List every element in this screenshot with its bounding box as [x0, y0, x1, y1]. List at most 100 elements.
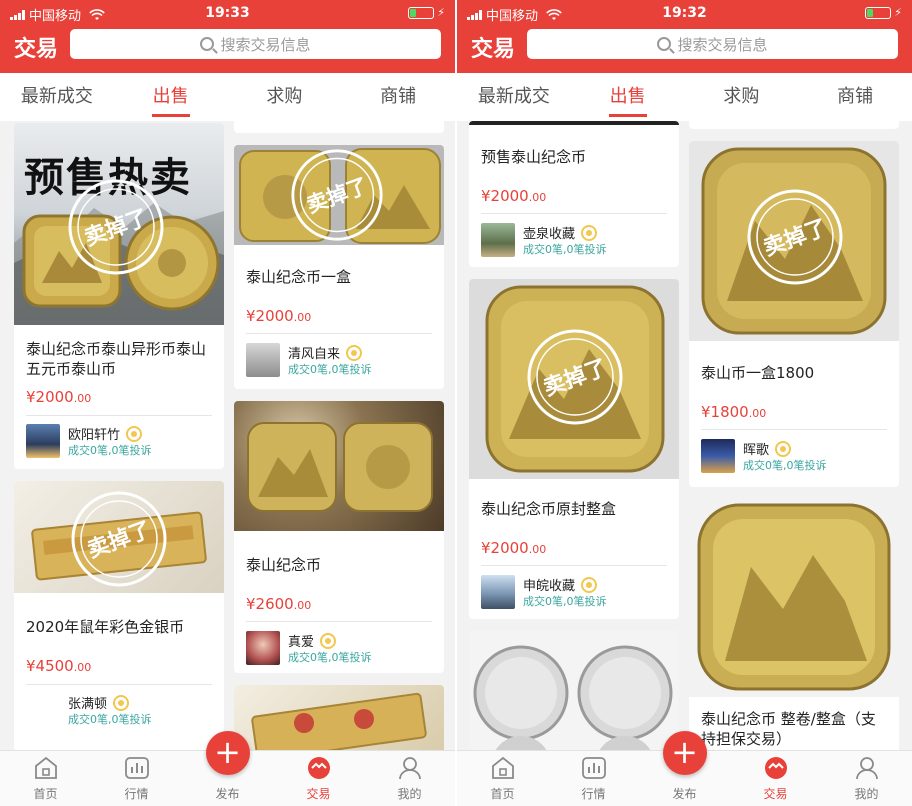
- listing-card[interactable]: 卖掉了 泰山纪念币一盒 ¥2000.00 清风自来 成交0笔,0笔投诉: [234, 145, 444, 389]
- seller-info[interactable]: 真爱 成交0笔,0笔投诉: [246, 629, 436, 667]
- seller-name: 欧阳轩竹: [68, 428, 121, 443]
- nav-mine[interactable]: 我的: [364, 751, 455, 806]
- listing-price: ¥2000.00: [246, 307, 312, 325]
- listing-card[interactable]: [234, 121, 444, 133]
- nav-label: 首页: [33, 787, 58, 801]
- search-input[interactable]: 搜索交易信息: [70, 29, 441, 59]
- listing-image: 卖掉了: [14, 481, 224, 593]
- home-icon: [491, 756, 514, 779]
- nav-label: 首页: [490, 787, 515, 801]
- nav-mine[interactable]: 我的: [821, 751, 912, 806]
- nav-market[interactable]: 行情: [548, 751, 639, 806]
- listing-feed[interactable]: 预售泰山纪念币 ¥2000.00 壶泉收藏 成交0笔,0笔投诉 卖掉了 泰山纪念…: [457, 121, 912, 750]
- listing-title: 预售泰山纪念币: [481, 148, 587, 166]
- nav-label: 我的: [854, 787, 879, 801]
- nav-label: 交易: [306, 787, 331, 801]
- nav-trade[interactable]: 交易: [273, 751, 364, 806]
- nav-label: 我的: [397, 787, 422, 801]
- nav-home[interactable]: 首页: [0, 751, 91, 806]
- header: 交易 搜索交易信息: [0, 27, 455, 67]
- trade-icon: [764, 757, 787, 779]
- seller-name: 张满顿: [68, 697, 108, 712]
- battery-icon: ⚡: [865, 6, 902, 19]
- tab-for-sale[interactable]: 出售: [114, 73, 228, 121]
- search-input[interactable]: 搜索交易信息: [527, 29, 898, 59]
- listing-card[interactable]: 泰山纪念币 ¥2600.00 真爱 成交0笔,0笔投诉: [234, 401, 444, 673]
- listing-price: ¥2000.00: [481, 539, 547, 557]
- tab-bar: 最新成交 出售 求购 商铺: [0, 73, 455, 121]
- tab-wanted[interactable]: 求购: [685, 73, 799, 121]
- listing-card[interactable]: 卖掉了 2020年鼠年彩色金银币 ¥4500.00 张满顿 成交0笔,0笔投诉: [14, 481, 224, 750]
- divider: [26, 684, 212, 685]
- seller-name: 壶泉收藏: [523, 227, 576, 242]
- listing-feed[interactable]: 预售热卖 卖掉了 泰山纪念币泰山异形币泰山五元币泰山币 ¥2000.00 欧阳轩…: [0, 121, 455, 750]
- tab-wanted[interactable]: 求购: [228, 73, 342, 121]
- listing-card[interactable]: 预售泰山纪念币 ¥2000.00 壶泉收藏 成交0笔,0笔投诉: [469, 121, 679, 267]
- nav-label: 行情: [124, 787, 149, 801]
- seller-avatar: [246, 631, 280, 665]
- tab-latest-deals[interactable]: 最新成交: [457, 73, 571, 121]
- trade-icon: [307, 757, 330, 779]
- vip-badge-icon: [581, 576, 598, 593]
- listing-title: 泰山纪念币泰山异形币泰山五元币泰山币: [26, 340, 207, 378]
- seller-info[interactable]: 申皖收藏 成交0笔,0笔投诉: [481, 573, 671, 611]
- vip-badge-icon: [775, 440, 792, 457]
- listing-image: [234, 401, 444, 531]
- status-bar: 中国移动 19:32 ⚡: [457, 0, 912, 26]
- listing-image: [469, 631, 679, 750]
- nav-home[interactable]: 首页: [457, 751, 548, 806]
- nav-publish[interactable]: + 发布: [182, 731, 273, 806]
- tab-shops[interactable]: 商铺: [798, 73, 912, 121]
- plus-icon[interactable]: +: [662, 731, 707, 775]
- vip-badge-icon: [581, 224, 598, 241]
- nav-market[interactable]: 行情: [91, 751, 182, 806]
- seller-name: 晖歌: [743, 443, 770, 458]
- nav-publish[interactable]: + 发布: [639, 731, 730, 806]
- seller-info[interactable]: 晖歌 成交0笔,0笔投诉: [701, 437, 891, 475]
- listing-card[interactable]: [234, 685, 444, 750]
- chart-icon: [124, 757, 149, 779]
- seller-name: 清风自来: [288, 347, 341, 362]
- seller-info[interactable]: 壶泉收藏 成交0笔,0笔投诉: [481, 221, 671, 259]
- divider: [26, 415, 212, 416]
- vip-badge-icon: [113, 694, 130, 711]
- divider: [481, 213, 667, 214]
- home-icon: [34, 756, 57, 779]
- listing-card[interactable]: 泰山纪念币 整卷/整盒（支持担保交易）: [689, 497, 899, 750]
- listing-title: 泰山纪念币 整卷/整盒（支持担保交易）: [701, 710, 876, 748]
- plus-icon[interactable]: +: [205, 731, 250, 775]
- listing-price: ¥2000.00: [481, 187, 547, 205]
- seller-info[interactable]: 清风自来 成交0笔,0笔投诉: [246, 341, 436, 379]
- listing-title: 泰山纪念币: [246, 556, 322, 574]
- brand-title: 交易: [471, 37, 516, 62]
- nav-label: 发布: [215, 787, 240, 801]
- seller-name: 真爱: [288, 635, 315, 650]
- divider: [701, 429, 887, 430]
- user-icon: [398, 757, 421, 780]
- nav-label: 行情: [581, 787, 606, 801]
- header: 交易 搜索交易信息: [457, 27, 912, 67]
- listing-image: [234, 685, 444, 750]
- listing-card[interactable]: [469, 631, 679, 750]
- listing-card[interactable]: 预售热卖 卖掉了 泰山纪念币泰山异形币泰山五元币泰山币 ¥2000.00 欧阳轩…: [14, 123, 224, 469]
- seller-avatar: [26, 424, 60, 458]
- divider: [481, 565, 667, 566]
- tab-for-sale[interactable]: 出售: [571, 73, 685, 121]
- seller-info[interactable]: 张满顿 成交0笔,0笔投诉: [26, 691, 216, 729]
- user-icon: [855, 757, 878, 780]
- listing-title: 2020年鼠年彩色金银币: [26, 618, 185, 636]
- nav-trade[interactable]: 交易: [730, 751, 821, 806]
- bottom-nav: 首页 行情 + 发布 交易 我的: [457, 731, 912, 806]
- listing-card[interactable]: 卖掉了 泰山纪念币原封整盒 ¥2000.00 申皖收藏 成交0笔,0笔投诉: [469, 279, 679, 619]
- listing-price: ¥2000.00: [26, 388, 92, 406]
- seller-stats: 成交0笔,0笔投诉: [68, 713, 152, 726]
- seller-info[interactable]: 欧阳轩竹 成交0笔,0笔投诉: [26, 422, 216, 460]
- listing-price: ¥4500.00: [26, 657, 92, 675]
- tab-shops[interactable]: 商铺: [341, 73, 455, 121]
- listing-image: 预售热卖 卖掉了: [14, 123, 224, 325]
- listing-card[interactable]: [689, 121, 899, 129]
- nav-label: 发布: [672, 787, 697, 801]
- listing-card[interactable]: 卖掉了 泰山币一盒1800 ¥1800.00 晖歌 成交0笔,0笔投诉: [689, 141, 899, 487]
- tab-latest-deals[interactable]: 最新成交: [0, 73, 114, 121]
- seller-stats: 成交0笔,0笔投诉: [68, 444, 152, 457]
